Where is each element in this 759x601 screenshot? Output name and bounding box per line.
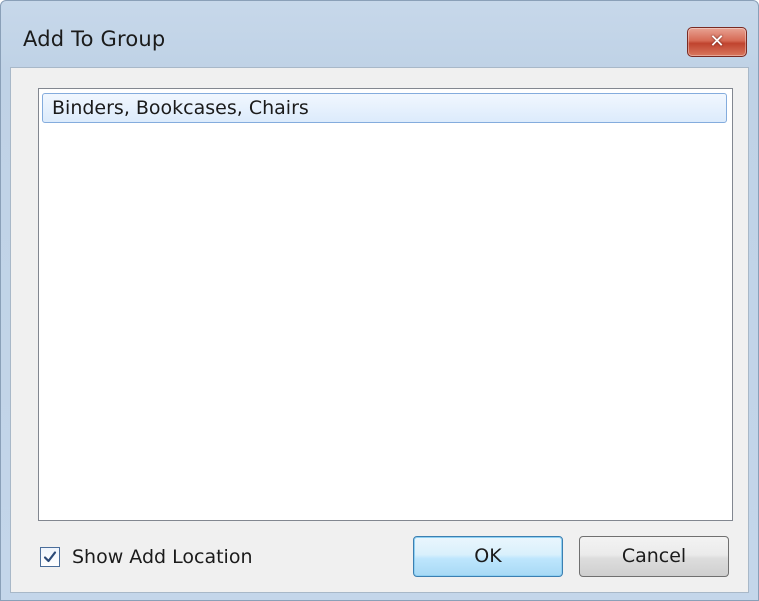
show-add-location-label[interactable]: Show Add Location — [72, 546, 253, 568]
dialog-body: Binders, Bookcases, Chairs Show Add Loca… — [10, 67, 749, 593]
ok-button[interactable]: OK — [413, 536, 563, 577]
close-button[interactable]: ✕ — [687, 27, 747, 57]
checkmark-icon — [43, 551, 57, 563]
dialog-title: Add To Group — [23, 27, 166, 51]
list-item[interactable]: Binders, Bookcases, Chairs — [42, 93, 727, 123]
cancel-button[interactable]: Cancel — [579, 536, 729, 577]
add-to-group-dialog: Add To Group ✕ Binders, Bookcases, Chair… — [0, 0, 759, 601]
close-icon: ✕ — [709, 31, 725, 52]
group-listbox[interactable]: Binders, Bookcases, Chairs — [38, 88, 733, 521]
show-add-location-checkbox[interactable] — [40, 547, 60, 567]
title-bar[interactable]: Add To Group ✕ — [1, 1, 758, 67]
